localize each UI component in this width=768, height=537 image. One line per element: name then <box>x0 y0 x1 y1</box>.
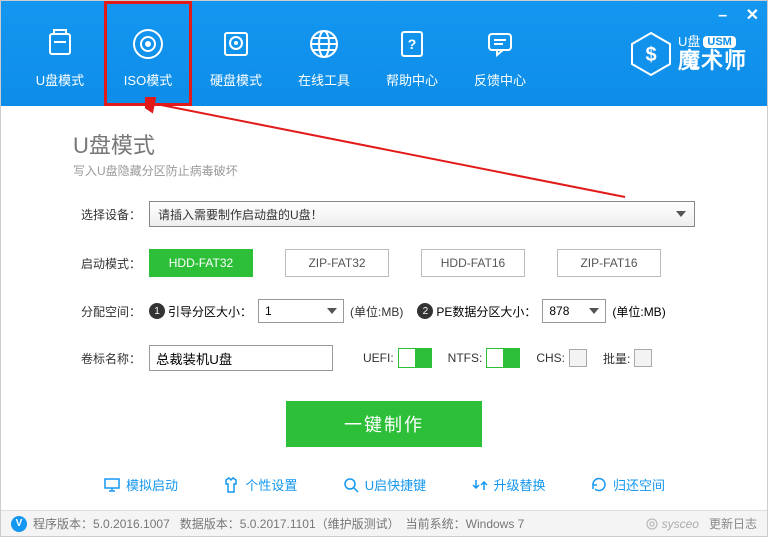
swap-icon <box>471 476 489 494</box>
status-bar: V 程序版本： 5.0.2016.1007 数据版本： 5.0.2017.110… <box>1 510 767 536</box>
help-icon: ? <box>368 26 456 62</box>
chevron-down-icon <box>676 211 686 217</box>
boot-partition-value: 1 <box>265 304 272 318</box>
logo-hex-icon: $ <box>628 31 674 77</box>
os-label: 当前系统： <box>406 515 466 532</box>
data-version: 5.0.2017.1101（维护版测试） <box>240 515 400 532</box>
brand-watermark: sysceo <box>645 517 699 531</box>
tab-iso-mode[interactable]: ISO模式 <box>104 1 192 106</box>
update-log-link[interactable]: 更新日志 <box>709 515 757 532</box>
usb-icon <box>16 26 104 62</box>
boot-mode-hdd-fat16[interactable]: HDD-FAT16 <box>421 249 525 277</box>
checkbox-chs[interactable] <box>569 349 587 367</box>
boot-mode-zip-fat16[interactable]: ZIP-FAT16 <box>557 249 661 277</box>
monitor-icon <box>103 476 121 494</box>
link-simulate-boot[interactable]: 模拟启动 <box>103 475 178 494</box>
window-close-button[interactable]: ✕ <box>746 7 759 24</box>
logo-line1: U盘 <box>678 35 700 49</box>
label-ntfs: NTFS: <box>448 351 483 365</box>
svg-text:?: ? <box>408 36 417 52</box>
app-logo: $ U盘USM 魔术师 <box>628 31 747 77</box>
tab-usb-mode[interactable]: U盘模式 <box>16 1 104 106</box>
tab-label: 硬盘模式 <box>192 70 280 89</box>
create-button[interactable]: 一键制作 <box>286 401 482 447</box>
tab-help-center[interactable]: ? 帮助中心 <box>368 1 456 106</box>
tab-feedback[interactable]: 反馈中心 <box>456 1 544 106</box>
tab-online-tools[interactable]: 在线工具 <box>280 1 368 106</box>
disc-icon <box>104 26 192 62</box>
tab-label: 反馈中心 <box>456 70 544 89</box>
data-version-label: 数据版本： <box>180 515 240 532</box>
chat-icon <box>456 26 544 62</box>
label-volume: 卷标名称： <box>73 350 141 367</box>
checkbox-batch[interactable] <box>634 349 652 367</box>
link-u-hotkey[interactable]: U启快捷键 <box>342 475 426 494</box>
label-pe-partition: PE数据分区大小： <box>436 303 536 320</box>
tab-label: U盘模式 <box>16 70 104 89</box>
label-chs: CHS: <box>536 351 565 365</box>
refresh-icon <box>590 476 608 494</box>
unit-mb-2: (单位:MB) <box>612 303 665 320</box>
label-device: 选择设备： <box>73 206 141 223</box>
boot-mode-zip-fat32[interactable]: ZIP-FAT32 <box>285 249 389 277</box>
tab-label: 在线工具 <box>280 70 368 89</box>
window-minimize-button[interactable]: – <box>718 7 727 24</box>
program-version: 5.0.2016.1007 <box>93 517 170 531</box>
boot-mode-hdd-fat32[interactable]: HDD-FAT32 <box>149 249 253 277</box>
page-subtitle: 写入U盘隐藏分区防止病毒破坏 <box>73 162 695 179</box>
globe-icon <box>280 26 368 62</box>
link-personal-settings[interactable]: 个性设置 <box>222 475 297 494</box>
pe-partition-value: 878 <box>549 304 569 318</box>
shirt-icon <box>222 476 240 494</box>
volume-input[interactable] <box>149 345 333 371</box>
link-return-space[interactable]: 归还空间 <box>590 475 665 494</box>
boot-partition-select[interactable]: 1 <box>258 299 344 323</box>
logo-usm: USM <box>703 36 735 48</box>
pe-partition-select[interactable]: 878 <box>542 299 606 323</box>
label-boot-mode: 启动模式： <box>73 255 141 272</box>
logo-line2: 魔术师 <box>678 49 747 73</box>
os-value: Windows 7 <box>466 517 525 531</box>
magnifier-icon <box>342 476 360 494</box>
unit-mb-1: (单位:MB) <box>350 303 403 320</box>
step-badge-1: 1 <box>149 303 165 319</box>
label-batch: 批量: <box>603 350 630 367</box>
tab-label: ISO模式 <box>104 70 192 89</box>
chevron-down-icon <box>589 308 599 314</box>
version-badge: V <box>11 516 27 532</box>
hdd-icon <box>192 26 280 62</box>
toggle-uefi[interactable] <box>398 348 432 368</box>
tab-hdd-mode[interactable]: 硬盘模式 <box>192 1 280 106</box>
app-header: – ✕ U盘模式 ISO模式 硬盘模式 <box>1 1 767 106</box>
svg-text:$: $ <box>645 44 656 66</box>
step-badge-2: 2 <box>417 303 433 319</box>
gear-icon <box>645 517 659 531</box>
toggle-ntfs[interactable] <box>486 348 520 368</box>
tab-label: 帮助中心 <box>368 70 456 89</box>
chevron-down-icon <box>327 308 337 314</box>
page-title: U盘模式 <box>73 128 695 160</box>
link-upgrade-replace[interactable]: 升级替换 <box>471 475 546 494</box>
label-alloc: 分配空间： <box>73 303 141 320</box>
label-uefi: UEFI: <box>363 351 394 365</box>
label-boot-partition: 引导分区大小： <box>168 303 252 320</box>
device-placeholder: 请插入需要制作启动盘的U盘！ <box>158 206 323 223</box>
device-select[interactable]: 请插入需要制作启动盘的U盘！ <box>149 201 695 227</box>
program-version-label: 程序版本： <box>33 515 93 532</box>
